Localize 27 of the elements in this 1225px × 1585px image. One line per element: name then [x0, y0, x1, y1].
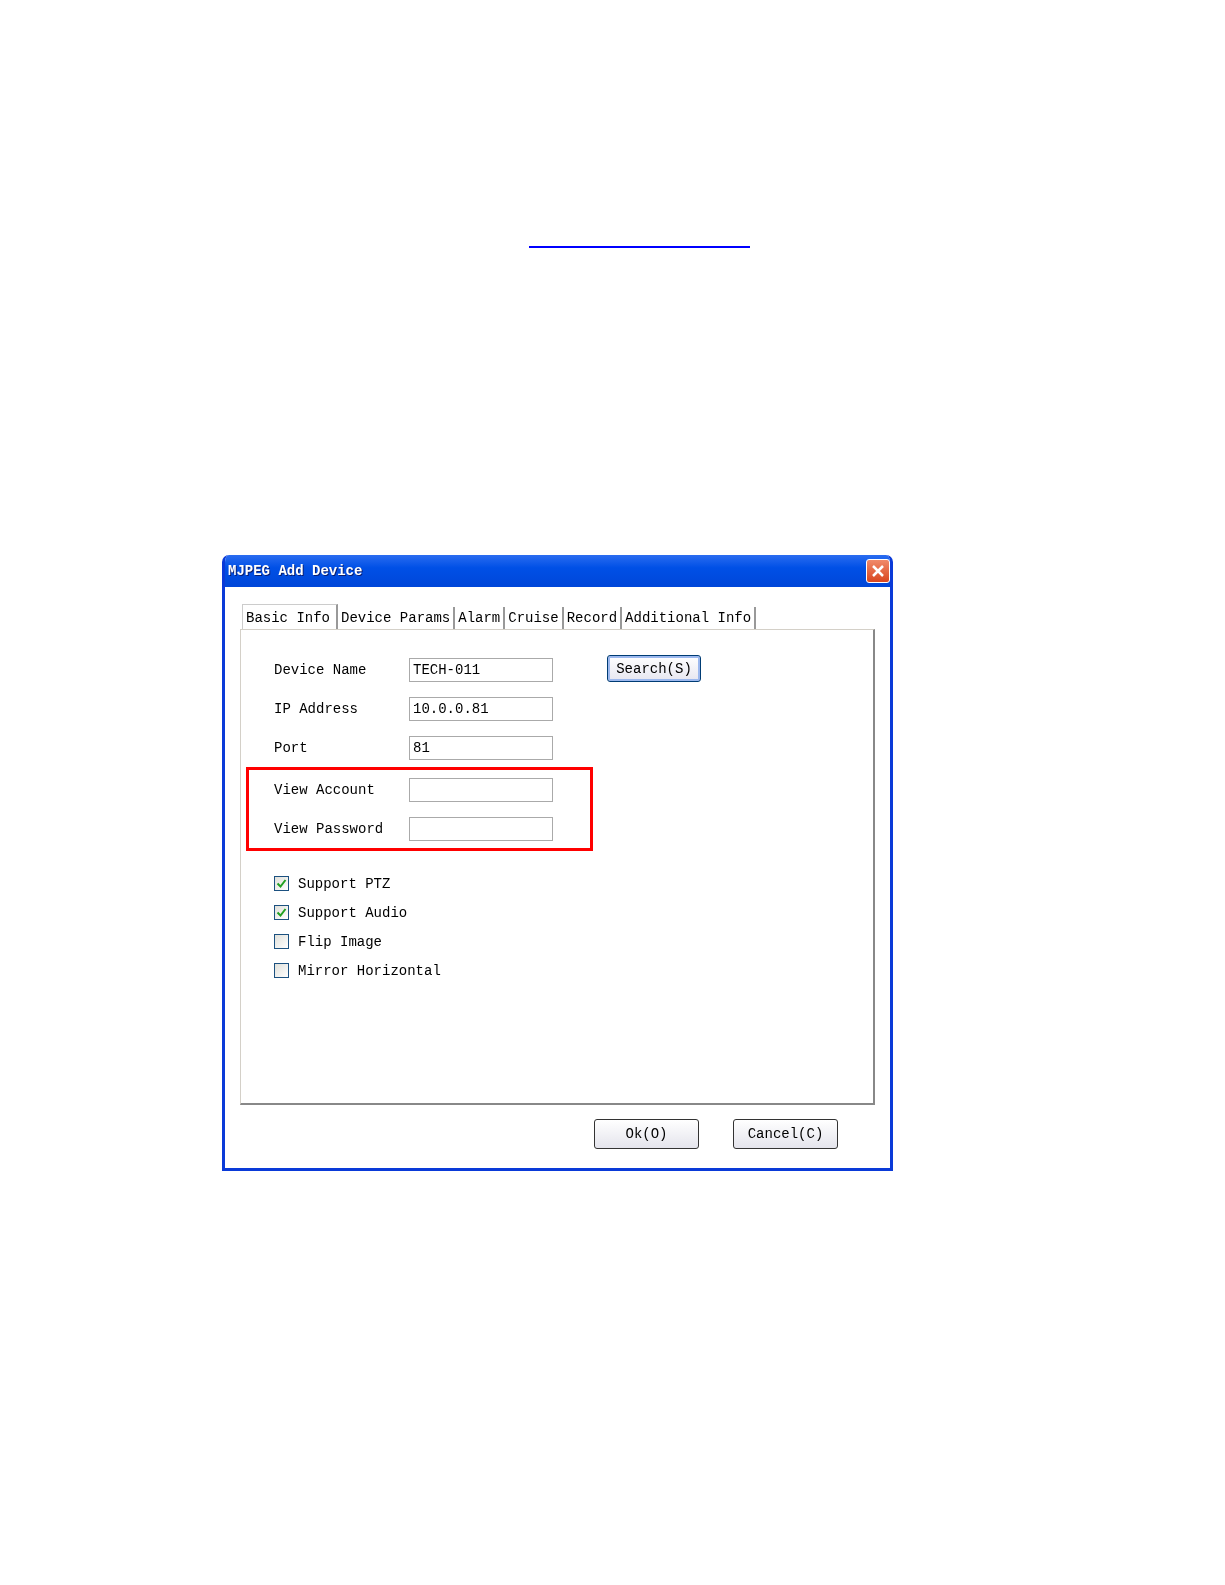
checkbox-label: Support Audio — [298, 904, 408, 921]
checkbox[interactable] — [274, 963, 289, 978]
field-label: View Password — [274, 820, 385, 837]
tab[interactable]: Alarm — [455, 607, 506, 629]
dialog-button[interactable]: Cancel(C) — [733, 1119, 838, 1149]
checkbox-label: Flip Image — [298, 933, 382, 950]
close-icon — [871, 564, 885, 578]
checkbox-label: Support PTZ — [298, 875, 391, 892]
input-field[interactable]: 81 — [409, 735, 553, 760]
checkbox[interactable] — [274, 905, 289, 920]
input-field[interactable]: TECH-011 — [409, 657, 553, 682]
field-label: View Account — [274, 781, 376, 798]
close-button[interactable] — [866, 559, 890, 583]
field-label: Device Name — [274, 661, 368, 678]
tab[interactable]: Additional Info — [622, 607, 757, 629]
input-field[interactable]: 10.0.0.81 — [409, 696, 553, 721]
window-title: MJPEG Add Device — [228, 563, 363, 579]
input-field[interactable] — [409, 816, 553, 841]
search-button[interactable]: Search(S) — [607, 655, 701, 682]
input-field[interactable] — [409, 777, 553, 802]
checkbox[interactable] — [274, 876, 289, 891]
dialog-button[interactable]: Ok(O) — [594, 1119, 699, 1149]
field-label: IP Address — [274, 700, 359, 717]
tab[interactable]: Basic Info — [242, 604, 338, 630]
checkbox[interactable] — [274, 934, 289, 949]
field-label: Port — [274, 739, 309, 756]
checkbox-label: Mirror Horizontal — [298, 962, 441, 979]
